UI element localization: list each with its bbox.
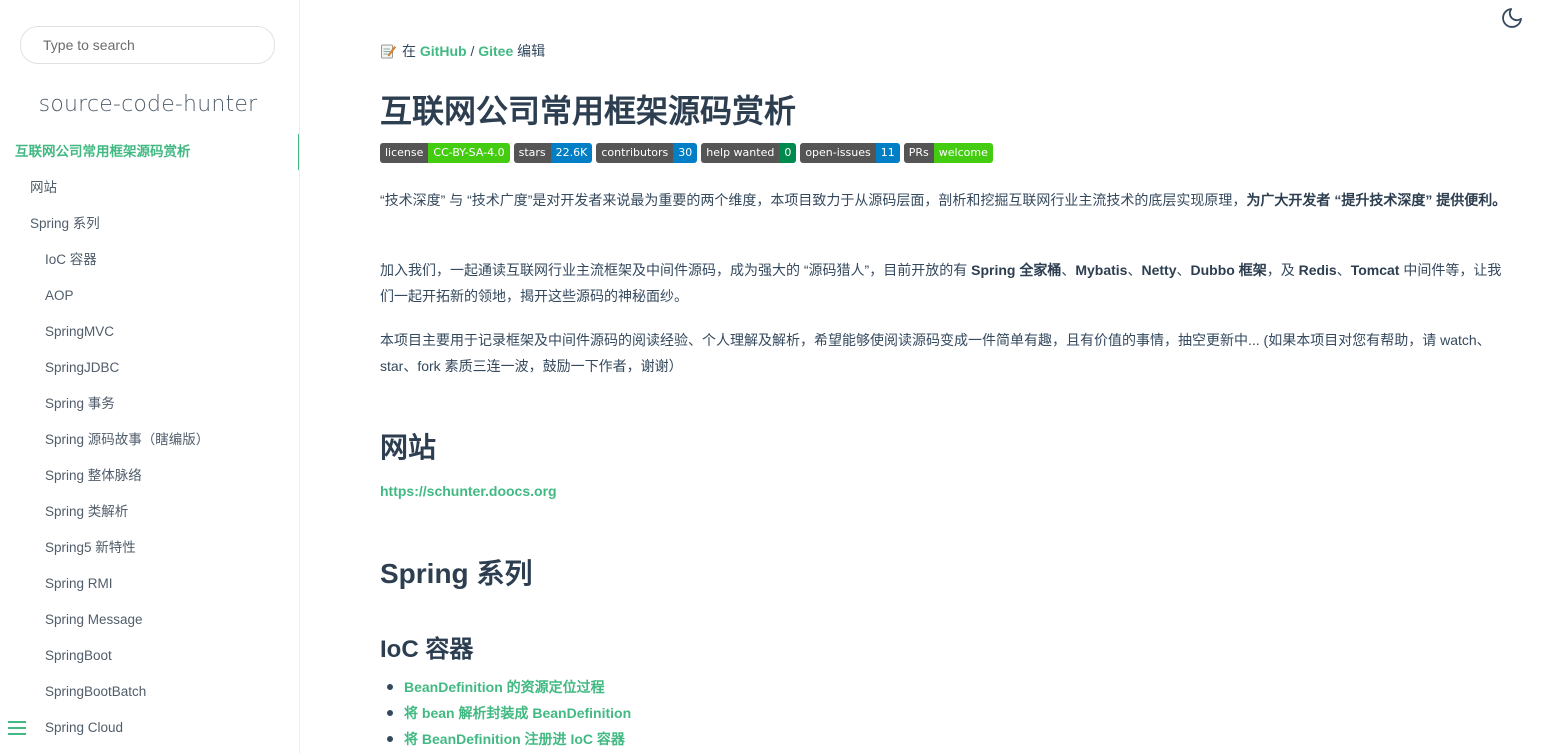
section-heading-ioc[interactable]: IoC 容器 [380,629,473,664]
sidebar-item[interactable]: SpringMVC [0,314,299,350]
sidebar-item[interactable]: 互联网公司常用框架源码赏析 [0,134,299,170]
join-text: 加入我们，一起通读互联网行业主流框架及中间件源码，成为强大的 “源码猎人”，目前… [380,262,972,278]
site-url-link[interactable]: https://schunter.doocs.org [380,483,557,499]
sidebar-item[interactable]: Spring 类解析 [0,494,299,530]
join-text: 、 [1061,262,1076,278]
moon-icon[interactable] [1500,6,1524,30]
sidebar-item[interactable]: SpringJDBC [0,350,299,386]
intro-text: “技术深度” 与 “技术广度”是对开发者来说最为重要的两个维度，本项目致力于从源… [380,192,1247,208]
edit-separator: / [470,43,475,59]
ioc-link-list: BeanDefinition 的资源定位过程将 bean 解析封装成 BeanD… [380,674,631,752]
badge-prs[interactable]: PRs welcome [903,143,993,163]
badge-license[interactable]: license CC-BY-SA-4.0 [380,143,510,163]
badge-key: help wanted [701,143,780,163]
list-item: 将 bean 解析封装成 BeanDefinition [380,700,631,726]
list-item: 将 BeanDefinition 注册进 IoC 容器 [380,726,631,752]
section-heading-spring[interactable]: Spring 系列 [380,552,532,592]
list-item: BeanDefinition 的资源定位过程 [380,674,631,700]
join-text: ，及 [1266,262,1299,278]
intro-bold: 为广大开发者 “提升技术深度” 提供便利。 [1246,192,1507,208]
join-bold: Dubbo 框架 [1190,262,1267,278]
badge-value: welcome [933,143,993,163]
intro-paragraph: “技术深度” 与 “技术广度”是对开发者来说最为重要的两个维度，本项目致力于从源… [380,187,1515,213]
memo-icon [380,43,396,59]
badge-key: PRs [903,143,934,163]
badge-row: license CC-BY-SA-4.0 stars 22.6K contributor… [380,143,993,163]
badge-key: open-issues [800,143,876,163]
join-bold: Mybatis [1075,262,1128,278]
badge-open-issues[interactable]: open-issues 11 [800,143,900,163]
edit-suffix: 编辑 [517,43,546,59]
sidebar-item[interactable]: Spring Cloud [0,710,299,746]
app-name[interactable]: source-code-hunter [0,92,296,117]
edit-prefix: 在 [402,43,416,59]
section-heading-site[interactable]: 网站 [380,426,436,466]
badge-key: contributors [596,143,674,163]
badge-value: 0 [779,143,797,163]
sidebar-item[interactable]: Spring5 新特性 [0,530,299,566]
sidebar-item[interactable]: Spring Message [0,602,299,638]
edit-line: 在 GitHub / Gitee 编辑 [380,41,545,61]
sidebar-item[interactable]: Spring 源码故事（瞎编版） [0,422,299,458]
sidebar-item[interactable]: Spring 整体脉络 [0,458,299,494]
sidebar-item[interactable]: AOP [0,278,299,314]
search-input[interactable] [20,26,275,64]
hamburger-menu-icon[interactable] [8,721,28,741]
join-bold: Redis [1298,262,1337,278]
ioc-article-link[interactable]: BeanDefinition 的资源定位过程 [404,679,605,695]
badge-stars[interactable]: stars 22.6K [513,143,593,163]
join-bold: Netty [1141,262,1177,278]
sidebar-item[interactable]: SpringBoot [0,638,299,674]
ioc-article-link[interactable]: 将 BeanDefinition 注册进 IoC 容器 [404,731,625,747]
sidebar-nav: 互联网公司常用框架源码赏析 网站 Spring 系列 IoC 容器 AOP SpringM… [0,134,299,746]
search-box [20,26,275,64]
badge-value: 30 [673,143,698,163]
sidebar-item[interactable]: Spring 系列 [0,206,299,242]
sidebar-item[interactable]: Spring RMI [0,566,299,602]
github-link[interactable]: GitHub [420,43,467,59]
badge-value: CC-BY-SA-4.0 [428,143,510,163]
page-title: 互联网公司常用框架源码赏析 [380,93,797,129]
sidebar: source-code-hunter 互联网公司常用框架源码赏析网站Spring… [0,0,300,753]
ioc-article-link[interactable]: 将 bean 解析封装成 BeanDefinition [404,705,631,721]
badge-key: license [380,143,429,163]
badge-key: stars [513,143,551,163]
gitee-link[interactable]: Gitee [478,43,513,59]
badge-value: 11 [875,143,900,163]
badge-contributors[interactable]: contributors 30 [596,143,698,163]
purpose-paragraph: 本项目主要用于记录框架及中间件源码的阅读经验、个人理解及解析，希望能够使阅读源码… [380,332,1491,374]
join-text: 、 [1176,262,1191,278]
join-bold: Spring 全家桶 [971,262,1062,278]
join-bold: Tomcat [1350,262,1400,278]
sidebar-item[interactable]: IoC 容器 [0,242,299,278]
join-text: 、 [1127,262,1142,278]
sidebar-item[interactable]: Spring 事务 [0,386,299,422]
badge-value: 22.6K [550,143,593,163]
sidebar-item[interactable]: 网站 [0,170,299,206]
badge-help-wanted[interactable]: help wanted 0 [701,143,797,163]
join-text: 、 [1336,262,1351,278]
sidebar-item[interactable]: SpringBootBatch [0,674,299,710]
join-paragraph: 加入我们，一起通读互联网行业主流框架及中间件源码，成为强大的 “源码猎人”，目前… [380,257,1515,309]
